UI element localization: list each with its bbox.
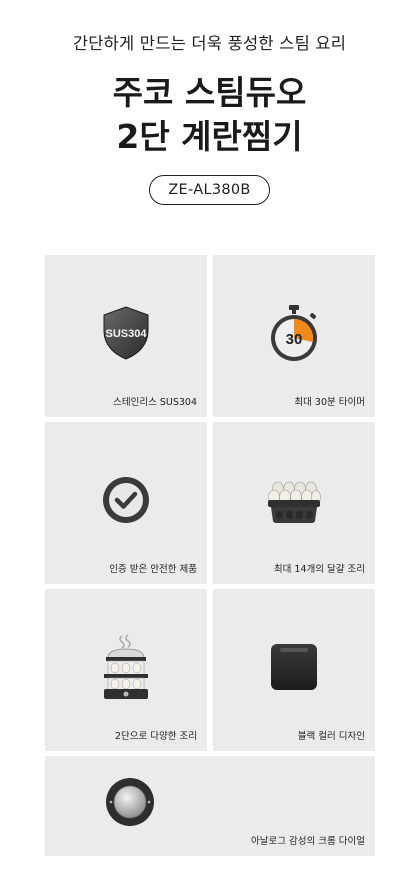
feature-card-eggs: 최대 14개의 달걀 조리 — [213, 422, 375, 584]
feature-label: 스테인리스 SUS304 — [113, 397, 197, 408]
feature-card-timer: 30 최대 30분 타이머 — [213, 255, 375, 417]
svg-text:SUS304: SUS304 — [106, 328, 148, 340]
title-line-2: 2단 계란찜기 — [116, 117, 303, 156]
feature-label: 아날로그 감성의 크롬 다이얼 — [251, 836, 365, 847]
chrome-dial-icon — [104, 776, 156, 828]
page-title: 주코 스팀듀오 2단 계란찜기 — [0, 71, 419, 159]
subtitle: 간단하게 만드는 더욱 풍성한 스팀 요리 — [72, 34, 347, 53]
feature-card-stainless: SUS304 스테인리스 SUS304 — [45, 255, 207, 417]
title-line-1: 주코 스팀듀오 — [112, 73, 307, 112]
egg-tray-icon — [266, 475, 322, 525]
feature-label: 인증 받은 안전한 제품 — [109, 564, 197, 575]
feature-label: 최대 30분 타이머 — [294, 397, 365, 408]
black-appliance-icon — [268, 642, 320, 692]
shield-sus304-icon: SUS304 — [100, 305, 152, 361]
stopwatch-timer-icon: 30 — [266, 303, 322, 363]
feature-card-certified: 인증 받은 안전한 제품 — [45, 422, 207, 584]
model-badge: ZE-AL380B — [149, 175, 270, 205]
two-tier-steamer-icon — [100, 634, 152, 700]
svg-text:30: 30 — [286, 331, 303, 348]
feature-label: 2단으로 다양한 조리 — [114, 731, 197, 742]
feature-label: 최대 14개의 달걀 조리 — [273, 564, 365, 575]
checkmark-circle-icon — [100, 474, 152, 526]
feature-card-two-tier: 2단으로 다양한 조리 — [45, 589, 207, 751]
feature-label: 블랙 컬러 디자인 — [297, 731, 365, 742]
feature-card-black-design: 블랙 컬러 디자인 — [213, 589, 375, 751]
feature-card-chrome-dial: 아날로그 감성의 크롬 다이얼 — [45, 756, 375, 856]
